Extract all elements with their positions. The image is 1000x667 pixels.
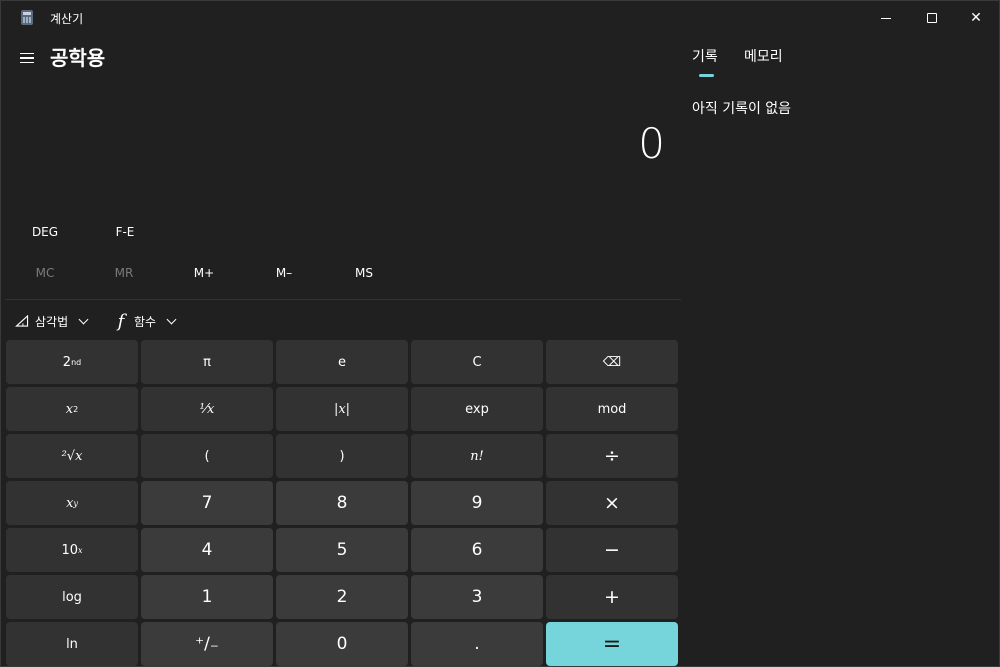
ln-button[interactable]: ln bbox=[6, 622, 138, 666]
mod-button[interactable]: mod bbox=[546, 387, 678, 431]
negate-button[interactable]: ⁺∕₋ bbox=[141, 622, 273, 666]
backspace-button[interactable]: ⌫ bbox=[546, 340, 678, 384]
minimize-button[interactable] bbox=[863, 1, 909, 35]
function-dropdown[interactable]: f 함수 bbox=[114, 310, 177, 332]
digit-3-button[interactable]: 3 bbox=[411, 575, 543, 619]
memory-add-button[interactable]: M+ bbox=[174, 259, 234, 287]
ten-power-button[interactable]: 10 x bbox=[6, 528, 138, 572]
pi-button[interactable]: π bbox=[141, 340, 273, 384]
result-display: 0 bbox=[638, 119, 665, 168]
mode-title: 공학용 bbox=[50, 46, 106, 70]
fe-toggle-button[interactable]: F-E bbox=[95, 218, 155, 246]
divider bbox=[5, 299, 681, 300]
hamburger-icon bbox=[20, 53, 34, 55]
second-function-button[interactable]: 2nd bbox=[6, 340, 138, 384]
equals-button[interactable]: = bbox=[546, 622, 678, 666]
digit-0-button[interactable]: 0 bbox=[276, 622, 408, 666]
trigonometry-dropdown[interactable]: 삼각법 bbox=[15, 310, 89, 332]
square-root-button[interactable]: ²√x bbox=[6, 434, 138, 478]
memory-recall-button[interactable]: MR bbox=[94, 259, 154, 287]
euler-button[interactable]: e bbox=[276, 340, 408, 384]
trigonometry-label: 삼각법 bbox=[35, 314, 69, 329]
digit-1-button[interactable]: 1 bbox=[141, 575, 273, 619]
absolute-value-button[interactable]: |x| bbox=[276, 387, 408, 431]
clear-button[interactable]: C bbox=[411, 340, 543, 384]
hamburger-menu-button[interactable] bbox=[15, 47, 39, 69]
open-paren-button[interactable]: ( bbox=[141, 434, 273, 478]
multiply-button[interactable]: × bbox=[546, 481, 678, 525]
maximize-icon bbox=[927, 13, 937, 23]
decimal-button[interactable]: . bbox=[411, 622, 543, 666]
minimize-icon bbox=[881, 17, 891, 19]
reciprocal-button[interactable]: ⅟x bbox=[141, 387, 273, 431]
digit-7-button[interactable]: 7 bbox=[141, 481, 273, 525]
digit-8-button[interactable]: 8 bbox=[276, 481, 408, 525]
close-icon: ✕ bbox=[970, 10, 982, 26]
title-bar[interactable]: 계산기 ✕ bbox=[1, 1, 999, 35]
chevron-down-icon bbox=[78, 314, 89, 324]
exp-button[interactable]: exp bbox=[411, 387, 543, 431]
factorial-button[interactable]: n! bbox=[411, 434, 543, 478]
function-icon: f bbox=[117, 310, 125, 332]
square-button[interactable]: x2 bbox=[6, 387, 138, 431]
minus-button[interactable]: − bbox=[546, 528, 678, 572]
calculator-icon bbox=[21, 10, 33, 25]
digit-2-button[interactable]: 2 bbox=[276, 575, 408, 619]
digit-5-button[interactable]: 5 bbox=[276, 528, 408, 572]
memory-subtract-button[interactable]: M– bbox=[254, 259, 314, 287]
digit-4-button[interactable]: 4 bbox=[141, 528, 273, 572]
history-empty-message: 아직 기록이 없음 bbox=[692, 101, 792, 117]
triangle-ruler-icon bbox=[15, 315, 29, 327]
digit-9-button[interactable]: 9 bbox=[411, 481, 543, 525]
keypad: 2nd π e C ⌫ x2 ⅟x |x| exp mod ²√x ( ) n!… bbox=[6, 340, 678, 666]
memory-clear-button[interactable]: MC bbox=[15, 259, 75, 287]
plus-button[interactable]: + bbox=[546, 575, 678, 619]
memory-store-button[interactable]: MS bbox=[334, 259, 394, 287]
chevron-down-icon bbox=[166, 314, 177, 324]
window-title: 계산기 bbox=[50, 12, 84, 26]
calculator-window: 계산기 ✕ 공학용 0 DEG F-E MC MR M+ M– MS 삼각법 f… bbox=[0, 0, 1000, 667]
close-button[interactable]: ✕ bbox=[953, 1, 999, 35]
log-button[interactable]: log bbox=[6, 575, 138, 619]
tab-memory[interactable]: 메모리 bbox=[744, 46, 783, 66]
function-label: 함수 bbox=[134, 314, 157, 329]
backspace-icon: ⌫ bbox=[602, 354, 622, 370]
close-paren-button[interactable]: ) bbox=[276, 434, 408, 478]
tab-history[interactable]: 기록 bbox=[692, 46, 718, 66]
divide-button[interactable]: ÷ bbox=[546, 434, 678, 478]
maximize-button[interactable] bbox=[909, 1, 955, 35]
digit-6-button[interactable]: 6 bbox=[411, 528, 543, 572]
active-tab-indicator bbox=[699, 74, 714, 77]
deg-toggle-button[interactable]: DEG bbox=[15, 218, 75, 246]
power-button[interactable]: xy bbox=[6, 481, 138, 525]
